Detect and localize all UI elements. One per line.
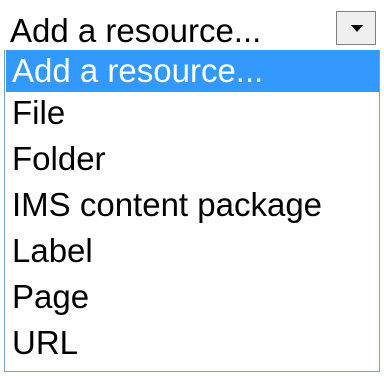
option-ims-content-package[interactable]: IMS content package — [6, 184, 379, 226]
option-url[interactable]: URL — [6, 322, 379, 364]
chevron-down-icon — [351, 25, 363, 32]
dropdown-list: Add a resource... File Folder IMS conten… — [4, 50, 380, 372]
option-page[interactable]: Page — [6, 276, 379, 318]
option-file[interactable]: File — [6, 92, 379, 134]
select-box[interactable]: Add a resource... — [4, 4, 380, 50]
option-add-a-resource[interactable]: Add a resource... — [6, 50, 379, 92]
option-folder[interactable]: Folder — [6, 138, 379, 180]
dropdown-arrow-button[interactable] — [336, 11, 376, 45]
resource-select[interactable]: Add a resource... Add a resource... File… — [4, 4, 380, 372]
option-label[interactable]: Label — [6, 230, 379, 272]
select-current-value: Add a resource... — [10, 12, 262, 49]
